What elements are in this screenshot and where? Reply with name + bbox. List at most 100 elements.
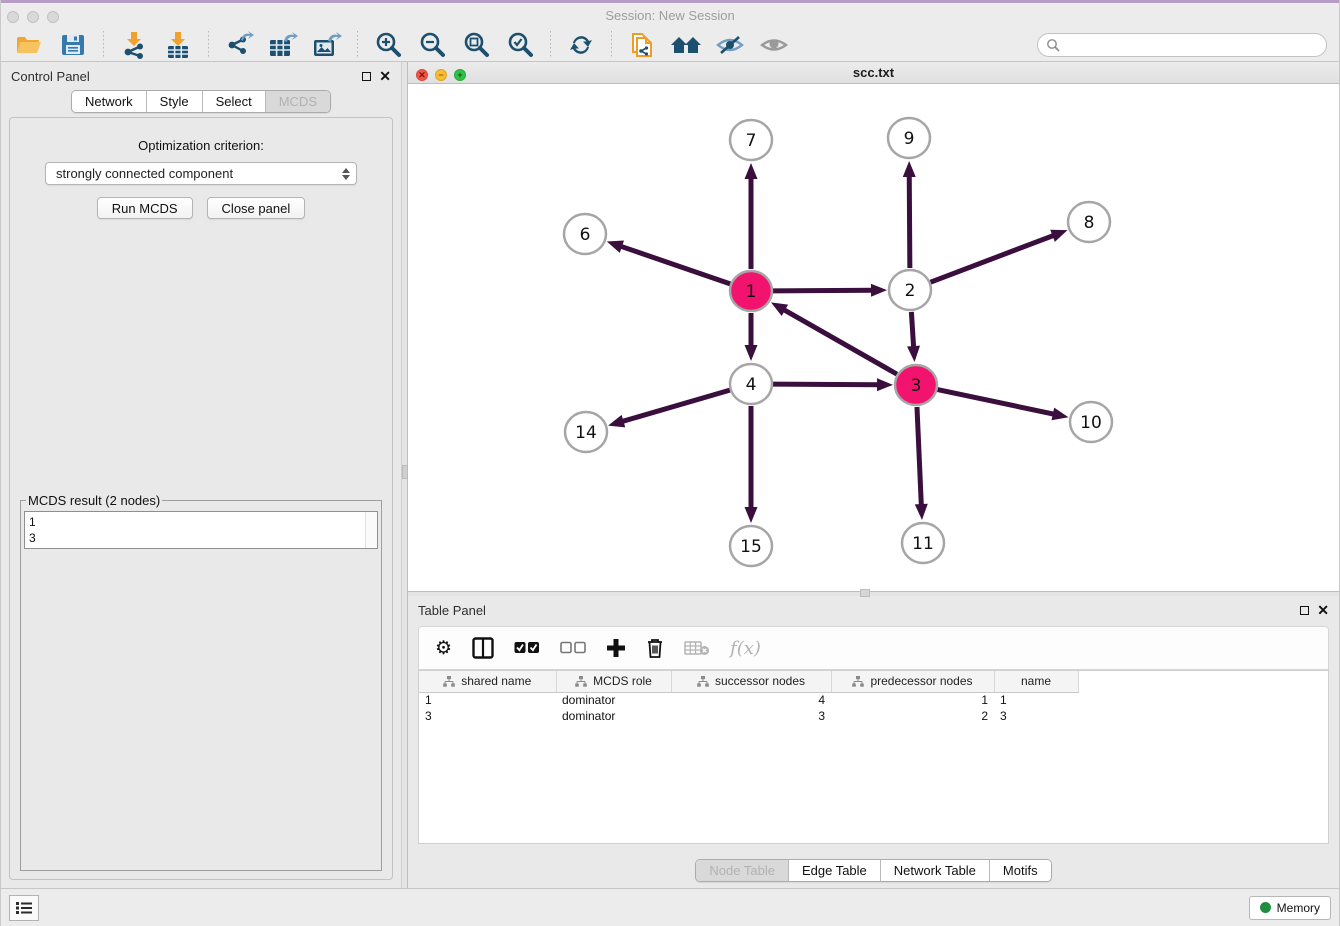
mcds-result-text[interactable]: 1 3	[25, 512, 365, 548]
edge-arrowhead	[745, 345, 758, 361]
column-header-successor-nodes[interactable]: successor nodes	[671, 671, 831, 692]
save-session-icon[interactable]	[53, 30, 93, 60]
zoom-out-icon[interactable]	[412, 30, 452, 60]
refresh-icon[interactable]	[561, 30, 601, 60]
shared-column-icon	[575, 676, 587, 687]
column-header-name[interactable]: name	[994, 671, 1078, 692]
open-session-icon[interactable]	[9, 30, 49, 60]
delete-table-icon[interactable]	[684, 640, 710, 656]
column-header-predecessor-nodes[interactable]: predecessor nodes	[831, 671, 994, 692]
table-tabs: Node TableEdge TableNetwork TableMotifs	[695, 859, 1051, 882]
network-window-titlebar: ✕ − + scc.txt	[408, 62, 1339, 84]
edge-2-3[interactable]	[911, 312, 913, 349]
status-bar: Memory	[1, 888, 1339, 926]
edge-arrowhead	[915, 504, 928, 520]
graph-node-label: 2	[905, 281, 916, 301]
duplicate-network-icon[interactable]	[622, 30, 662, 60]
edge-4-3[interactable]	[773, 384, 880, 385]
edge-1-2[interactable]	[773, 290, 874, 291]
float-panel-icon[interactable]	[362, 72, 371, 81]
network-zoom-button[interactable]: +	[454, 69, 466, 81]
table-row[interactable]: 3dominator323	[419, 708, 1078, 724]
gear-icon[interactable]: ⚙	[435, 637, 452, 660]
edge-4-14[interactable]	[621, 390, 730, 422]
export-network-icon[interactable]	[219, 30, 259, 60]
tab-edge-table[interactable]: Edge Table	[789, 860, 881, 881]
select-all-checks-icon[interactable]	[514, 641, 540, 655]
mcds-result-group: MCDS result (2 nodes) 1 3	[20, 493, 382, 871]
graph-node-label: 9	[904, 129, 915, 149]
memory-label: Memory	[1277, 901, 1320, 915]
import-network-icon[interactable]	[114, 30, 154, 60]
vertical-splitter[interactable]	[401, 62, 408, 888]
export-image-icon[interactable]	[307, 30, 347, 60]
float-table-panel-icon[interactable]	[1300, 606, 1309, 615]
edge-arrowhead	[907, 346, 920, 362]
clear-checks-icon[interactable]	[560, 641, 586, 655]
memory-button[interactable]: Memory	[1249, 896, 1331, 920]
network-close-button[interactable]: ✕	[416, 69, 428, 81]
table-panel: Table Panel ✕ ⚙	[408, 596, 1339, 888]
edge-arrowhead	[608, 415, 625, 427]
graph-node-label: 14	[575, 423, 597, 443]
zoom-in-icon[interactable]	[368, 30, 408, 60]
criterion-select[interactable]: strongly connected component	[45, 162, 357, 185]
zoom-window-button[interactable]	[47, 11, 59, 23]
edge-1-6[interactable]	[619, 246, 730, 284]
task-history-button[interactable]	[9, 895, 39, 921]
window-title: Session: New Session	[605, 8, 734, 23]
result-scrollbar[interactable]	[365, 512, 377, 548]
control-panel-tabs: NetworkStyleSelectMCDS	[71, 90, 331, 113]
select-stepper-icon	[342, 168, 350, 180]
edge-2-9[interactable]	[909, 174, 910, 268]
memory-status-icon	[1260, 902, 1271, 913]
column-pane-icon[interactable]	[472, 637, 494, 659]
column-header-shared-name[interactable]: shared name	[419, 671, 556, 692]
add-icon[interactable]	[606, 638, 626, 658]
tab-network[interactable]: Network	[72, 91, 147, 112]
close-window-button[interactable]	[7, 11, 19, 23]
toolbar-separator	[208, 31, 209, 59]
tab-style[interactable]: Style	[147, 91, 203, 112]
run-mcds-button[interactable]: Run MCDS	[97, 197, 193, 219]
table-row[interactable]: 1dominator411	[419, 692, 1078, 708]
edge-3-11[interactable]	[917, 407, 921, 507]
tab-mcds[interactable]: MCDS	[266, 91, 330, 112]
control-panel-title: Control Panel	[11, 69, 90, 84]
minimize-window-button[interactable]	[27, 11, 39, 23]
close-panel-icon[interactable]: ✕	[379, 72, 391, 81]
shared-column-icon	[443, 676, 455, 687]
show-icon[interactable]	[754, 30, 794, 60]
toolbar-separator	[611, 31, 612, 59]
tab-motifs[interactable]: Motifs	[990, 860, 1051, 881]
node-table: shared nameMCDS rolesuccessor nodesprede…	[418, 670, 1329, 844]
import-table-icon[interactable]	[158, 30, 198, 60]
home-icon[interactable]	[666, 30, 706, 60]
edge-3-1[interactable]	[782, 309, 897, 374]
horizontal-splitter[interactable]	[408, 592, 1339, 596]
zoom-selected-icon[interactable]	[500, 30, 540, 60]
column-header-MCDS-role[interactable]: MCDS role	[556, 671, 671, 692]
network-minimize-button[interactable]: −	[435, 69, 447, 81]
function-builder-icon[interactable]: f(x)	[730, 638, 761, 659]
delete-icon[interactable]	[646, 637, 664, 659]
edge-arrowhead	[745, 163, 758, 179]
close-table-panel-icon[interactable]: ✕	[1317, 606, 1329, 615]
search-box[interactable]	[1037, 33, 1327, 57]
app-window: Session: New Session	[0, 0, 1340, 926]
zoom-fit-icon[interactable]	[456, 30, 496, 60]
close-panel-button[interactable]: Close panel	[207, 197, 306, 219]
edge-2-8[interactable]	[931, 235, 1056, 282]
toolbar-separator	[357, 31, 358, 59]
tab-network-table[interactable]: Network Table	[881, 860, 990, 881]
search-input[interactable]	[1064, 38, 1318, 52]
tab-select[interactable]: Select	[203, 91, 266, 112]
hide-icon[interactable]	[710, 30, 750, 60]
tab-node-table[interactable]: Node Table	[696, 860, 789, 881]
control-panel-header: Control Panel ✕	[1, 62, 401, 90]
graph-node-label: 7	[746, 131, 757, 151]
export-table-icon[interactable]	[263, 30, 303, 60]
network-canvas[interactable]: 7968124314101511	[408, 84, 1339, 591]
graph-node-label: 3	[911, 376, 922, 396]
edge-3-10[interactable]	[938, 390, 1056, 415]
